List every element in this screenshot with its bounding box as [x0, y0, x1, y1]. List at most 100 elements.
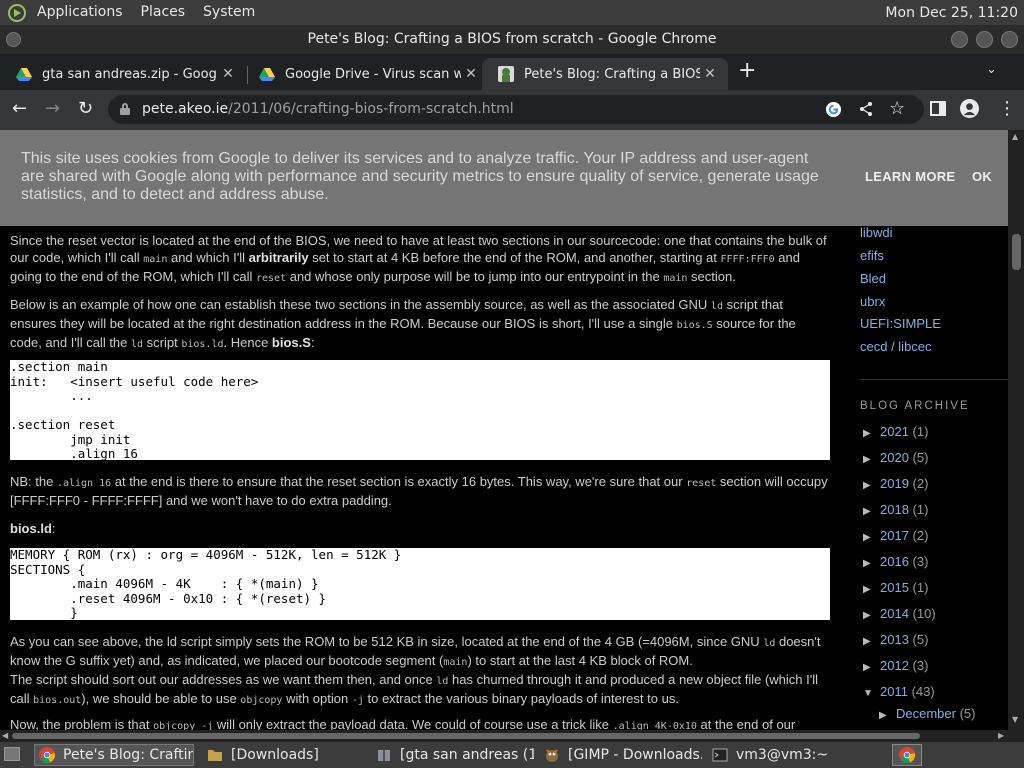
expand-arrow-icon[interactable]: ▶	[879, 710, 896, 721]
back-arrow-icon[interactable]: ←	[12, 98, 27, 120]
expand-arrow-icon[interactable]: ▶	[863, 662, 880, 673]
tab-gta-download[interactable]: gta san andreas.zip - Google D ✕	[0, 58, 246, 90]
minimize-button[interactable]	[951, 31, 968, 48]
cookie-message: This site uses cookies from Google to de…	[21, 150, 819, 203]
taskbar-item-label: [GIMP - Downloads...	[568, 747, 702, 763]
maximize-button[interactable]	[976, 31, 993, 48]
close-window-button[interactable]	[1001, 31, 1018, 48]
vertical-scrollbar[interactable]: ▲ ▼	[1008, 130, 1024, 730]
scroll-left-arrow-icon[interactable]: ◀	[2, 731, 8, 740]
distro-logo-icon[interactable]	[8, 3, 26, 22]
archive-year-2019[interactable]: ▶ 2019 (2)	[863, 476, 928, 491]
forward-arrow-icon[interactable]: →	[45, 98, 60, 120]
expand-arrow-icon[interactable]: ▶	[863, 532, 880, 543]
show-desktop-icon[interactable]	[4, 747, 20, 761]
share-icon[interactable]	[858, 101, 874, 117]
archive-year-2015[interactable]: ▶ 2015 (1)	[863, 580, 928, 595]
taskbar-item-label: Pete's Blog: Craftin...	[63, 747, 193, 763]
archive-year-2021[interactable]: ▶ 2021 (1)	[863, 424, 928, 439]
tab-drive-virus-scan[interactable]: Google Drive - Virus scan war ✕	[243, 58, 489, 90]
applications-menu[interactable]: Applications	[28, 0, 132, 25]
expand-arrow-icon[interactable]: ▶	[863, 610, 880, 621]
code-block-bios-s[interactable]: .section main init: <insert useful code …	[10, 359, 830, 461]
paragraph-bios-ld-heading: bios.ld:	[10, 521, 56, 536]
scroll-down-arrow-icon[interactable]: ▼	[1012, 715, 1018, 724]
tab-label: gta san andreas.zip - Google D	[42, 66, 218, 82]
scrollbar-thumb[interactable]	[1012, 234, 1021, 270]
expand-arrow-icon[interactable]: ▶	[863, 506, 880, 517]
window-title: Pete's Blog: Crafting a BIOS from scratc…	[307, 31, 717, 47]
kebab-menu-icon[interactable]: ⋮	[998, 98, 1016, 120]
horizontal-scrollbar[interactable]: ◀ ▶	[0, 730, 1024, 742]
top-panel: Applications Places System Mon Dec 25, 1…	[0, 0, 1024, 25]
reload-icon[interactable]: ↻	[78, 98, 93, 120]
archive-month-december[interactable]: ▶ December (5)	[879, 706, 975, 721]
system-menu[interactable]: System	[194, 0, 264, 25]
expand-arrow-icon[interactable]: ▶	[863, 428, 880, 439]
paragraph: NB: the .align 16 at the end is there to…	[10, 474, 828, 508]
tab-label: Pete's Blog: Crafting a BIOS fr	[524, 66, 700, 82]
expand-arrow-icon[interactable]: ▶	[863, 558, 880, 569]
archive-year-2018[interactable]: ▶ 2018 (1)	[863, 502, 928, 517]
taskbar-item-label: [Downloads]	[231, 747, 319, 763]
window-titlebar[interactable]: Pete's Blog: Crafting a BIOS from scratc…	[0, 25, 1024, 54]
cookie-ok-button[interactable]: OK	[972, 169, 992, 184]
sidebar-link-cecd-libcec[interactable]: cecd / libcec	[860, 339, 932, 354]
places-menu[interactable]: Places	[132, 0, 195, 25]
archive-year-2017[interactable]: ▶ 2017 (2)	[863, 528, 928, 543]
lock-icon[interactable]	[120, 103, 130, 115]
taskbar: Pete's Blog: Craftin... [Downloads] [gta…	[0, 742, 1024, 768]
collapse-arrow-icon[interactable]: ▼	[863, 688, 880, 699]
archive-year-2011[interactable]: ▼ 2011 (43)	[863, 684, 935, 699]
archive-year-2016[interactable]: ▶ 2016 (3)	[863, 554, 928, 569]
sidebar-link-bled[interactable]: Bled	[860, 271, 886, 286]
taskbar-item-archive[interactable]: [gta san andreas (1)....	[372, 744, 534, 766]
side-panel-icon[interactable]	[930, 101, 946, 116]
expand-arrow-icon[interactable]: ▶	[863, 584, 880, 595]
tray-chrome-icon[interactable]	[892, 744, 922, 766]
blog-icon	[498, 66, 514, 82]
taskbar-item-terminal[interactable]: vm3@vm3:~	[708, 744, 868, 766]
horizontal-scrollbar-thumb[interactable]	[12, 733, 920, 739]
archive-manager-icon	[378, 750, 390, 761]
folder-icon	[208, 750, 222, 761]
archive-year-2013[interactable]: ▶ 2013 (5)	[863, 632, 928, 647]
archive-year-2014[interactable]: ▶ 2014 (10)	[863, 606, 936, 621]
taskbar-item-label: [gta san andreas (1)....	[400, 747, 534, 763]
taskbar-item-downloads[interactable]: [Downloads]	[203, 744, 363, 766]
bookmark-star-icon[interactable]: ☆	[889, 98, 905, 120]
taskbar-item-gimp[interactable]: [GIMP - Downloads...	[540, 744, 702, 766]
scroll-up-arrow-icon[interactable]: ▲	[1012, 132, 1018, 141]
paragraph: Below is an example of how one can estab…	[10, 297, 796, 350]
window-menu-button[interactable]	[6, 32, 21, 47]
sidebar-link-libwdi[interactable]: libwdi	[860, 225, 893, 240]
tab-search-chevron-icon[interactable]: ⌄	[986, 62, 997, 77]
archive-year-2020[interactable]: ▶ 2020 (5)	[863, 450, 928, 465]
expand-arrow-icon[interactable]: ▶	[863, 454, 880, 465]
sidebar-link-uefi-simple[interactable]: UEFI:SIMPLE	[860, 316, 941, 331]
tab-close-icon[interactable]: ✕	[461, 66, 481, 82]
tab-close-icon[interactable]: ✕	[700, 66, 720, 82]
url-text[interactable]: pete.akeo.ie/2011/06/crafting-bios-from-…	[142, 101, 514, 117]
archive-year-2012[interactable]: ▶ 2012 (3)	[863, 658, 928, 673]
sidebar-link-ubrx[interactable]: ubrx	[860, 294, 885, 309]
learn-more-button[interactable]: LEARN MORE	[865, 169, 955, 184]
clock[interactable]: Mon Dec 25, 11:20	[885, 5, 1024, 21]
paragraph: Since the reset vector is located at the…	[10, 233, 827, 284]
taskbar-item-chrome[interactable]: Pete's Blog: Craftin...	[34, 744, 194, 766]
expand-arrow-icon[interactable]: ▶	[863, 480, 880, 491]
url-host: pete.akeo.ie	[142, 101, 229, 117]
google-lens-icon[interactable]	[825, 101, 842, 118]
code-block-bios-ld[interactable]: MEMORY { ROM (rx) : org = 4096M - 512K, …	[10, 547, 830, 620]
sidebar-link-efifs[interactable]: efifs	[860, 248, 884, 263]
expand-arrow-icon[interactable]: ▶	[863, 636, 880, 647]
new-tab-button[interactable]: +	[738, 60, 756, 82]
google-drive-icon	[16, 68, 32, 81]
tab-petes-blog[interactable]: Pete's Blog: Crafting a BIOS fr ✕	[482, 58, 728, 90]
tab-label: Google Drive - Virus scan war	[285, 66, 461, 82]
scroll-right-arrow-icon[interactable]: ▶	[998, 731, 1004, 740]
tab-close-icon[interactable]: ✕	[218, 66, 238, 82]
tab-strip: gta san andreas.zip - Google D ✕ Google …	[0, 54, 1024, 90]
web-page: This site uses cookies from Google to de…	[0, 130, 1008, 730]
profile-avatar-icon[interactable]	[960, 99, 979, 118]
